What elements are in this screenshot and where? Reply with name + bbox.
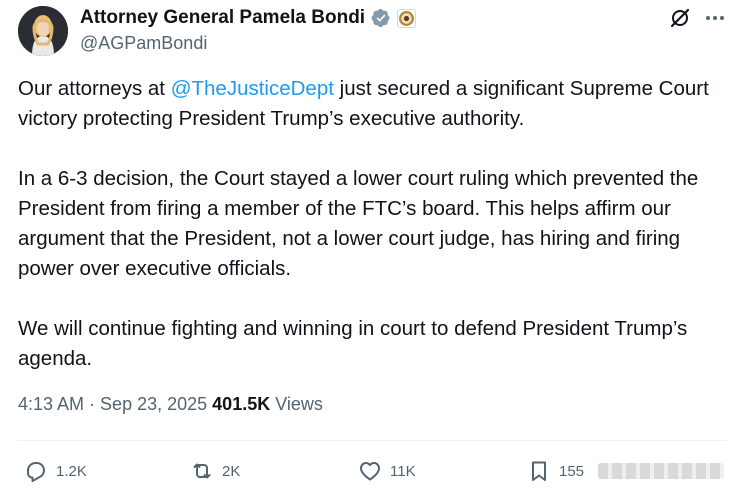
bookmark-button[interactable]: 155 [527,458,584,484]
author-name-text: Attorney General Pamela Bondi [80,7,366,28]
tweet-paragraph-1: Our attorneys at @TheJusticeDept just se… [18,74,728,134]
reply-count: 1.2K [56,462,87,480]
tweet-meta: 4:13 AM · Sep 23, 2025 401.5K Views [18,394,323,415]
bookmark-count: 155 [559,462,585,480]
avatar[interactable] [18,6,68,56]
meta-separator: · [84,394,101,414]
bookmark-icon [532,461,546,481]
tweet-paragraph-2: In a 6-3 decision, the Court stayed a lo… [18,167,699,280]
like-icon [360,462,380,481]
tweet-paragraph-3: We will continue fighting and winning in… [18,317,688,370]
blurred-watermark [598,463,724,479]
repost-button[interactable]: 2K [190,458,240,484]
grok-icon[interactable] [668,6,692,30]
author-name[interactable]: Attorney General Pamela Bondi [80,7,417,29]
views-count: 401.5K [212,394,271,414]
repost-icon [193,463,211,479]
tweet-date[interactable]: Sep 23, 2025 [100,394,207,414]
avatar-image [18,6,68,56]
tweet: Attorney General Pamela Bondi @AGPamBond… [0,0,732,490]
views-label: Views [275,394,323,414]
doj-seal-icon[interactable] [397,8,417,28]
repost-count: 2K [222,462,241,480]
more-icon[interactable] [703,6,727,30]
tweet-text-before-mention: Our attorneys at [18,77,171,100]
like-button[interactable]: 11K [358,458,416,484]
verified-badge-icon [371,9,390,27]
mention-link[interactable]: @TheJusticeDept [171,77,334,100]
tweet-time[interactable]: 4:13 AM [18,394,84,414]
reply-icon [27,462,45,482]
author-handle[interactable]: @AGPamBondi [80,33,207,54]
like-count: 11K [390,462,416,480]
divider [18,440,726,441]
reply-button[interactable]: 1.2K [24,458,87,484]
